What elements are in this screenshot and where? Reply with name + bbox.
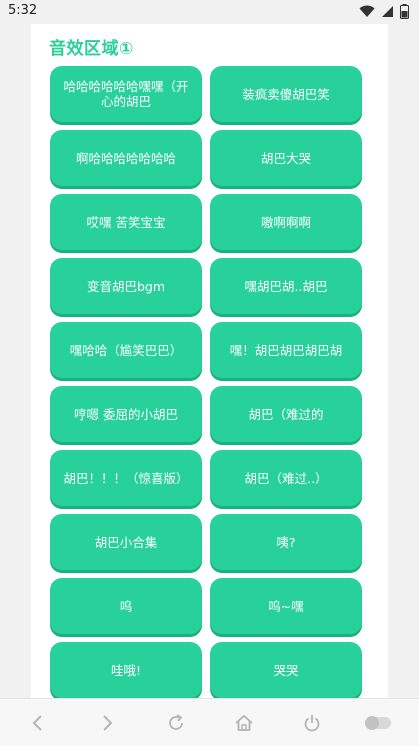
- browser-nav-bar: [0, 698, 419, 746]
- sound-button[interactable]: 胡巴（难过的: [210, 386, 362, 442]
- sound-button-label: 胡巴（难过的: [248, 406, 324, 422]
- sound-button-label: 哈哈哈哈哈哈嘿嘿（开心的胡巴: [63, 79, 189, 109]
- sound-button-label: 嘿胡巴胡..胡巴: [244, 278, 328, 294]
- status-time: 5:32: [8, 3, 38, 18]
- sound-button[interactable]: 胡巴大哭: [210, 130, 362, 186]
- back-icon: [32, 715, 42, 731]
- sound-button[interactable]: 哇哦!: [50, 642, 202, 698]
- forward-icon: [103, 715, 113, 731]
- sound-button-label: 胡巴（难过..）: [244, 470, 328, 486]
- status-icons: [359, 4, 409, 19]
- sound-button-label: 呜~嘿: [268, 598, 304, 614]
- refresh-button[interactable]: [164, 711, 188, 735]
- sound-panel: 音效区域① 哈哈哈哈哈哈嘿嘿（开心的胡巴 装疯卖傻胡巴笑 啊哈哈哈哈哈哈哈 胡巴…: [31, 24, 388, 698]
- sound-button-label: 嘿！胡巴胡巴胡巴胡: [229, 342, 343, 358]
- sound-button-label: 咦?: [276, 534, 296, 550]
- sound-button[interactable]: 装疯卖傻胡巴笑: [210, 66, 362, 122]
- sound-button-grid: 哈哈哈哈哈哈嘿嘿（开心的胡巴 装疯卖傻胡巴笑 啊哈哈哈哈哈哈哈 胡巴大哭 哎嘿 …: [50, 66, 362, 698]
- power-icon: [304, 715, 320, 732]
- home-icon: [235, 714, 253, 731]
- sound-button[interactable]: 哈哈哈哈哈哈嘿嘿（开心的胡巴: [50, 66, 202, 122]
- sound-button[interactable]: 嘿胡巴胡..胡巴: [210, 258, 362, 314]
- sound-button[interactable]: 哎嘿 苦笑宝宝: [50, 194, 202, 250]
- sound-button-label: 变音胡巴bgm: [86, 278, 166, 294]
- sound-button[interactable]: 哼嗯 委屈的小胡巴: [50, 386, 202, 442]
- sound-button-label: 胡巴！！！（惊喜版）: [63, 470, 189, 486]
- sound-button-label: 哇哦!: [110, 662, 141, 678]
- sound-button[interactable]: 嘿哈哈（尴笑巴巴）: [50, 322, 202, 378]
- sound-button[interactable]: 哭哭: [210, 642, 362, 698]
- sound-button-label: 哎嘿 苦笑宝宝: [86, 214, 166, 230]
- home-button[interactable]: [232, 711, 256, 735]
- sound-button[interactable]: 变音胡巴bgm: [50, 258, 202, 314]
- sound-button-label: 胡巴小合集: [94, 534, 158, 550]
- sound-button[interactable]: 嘿！胡巴胡巴胡巴胡: [210, 322, 362, 378]
- sound-button-label: 胡巴大哭: [260, 150, 311, 166]
- sound-button-label: 嗷啊啊啊: [260, 214, 311, 230]
- toggle-icon: [365, 716, 391, 730]
- sound-button[interactable]: 呜~嘿: [210, 578, 362, 634]
- refresh-icon: [169, 714, 183, 730]
- sound-button[interactable]: 咦?: [210, 514, 362, 570]
- power-button[interactable]: [300, 711, 324, 735]
- sound-button[interactable]: 啊哈哈哈哈哈哈哈: [50, 130, 202, 186]
- sound-button-label: 哼嗯 委屈的小胡巴: [74, 406, 178, 422]
- sound-button-label: 啊哈哈哈哈哈哈哈: [75, 150, 176, 166]
- battery-icon: [400, 4, 409, 19]
- night-mode-toggle[interactable]: [364, 711, 392, 735]
- signal-icon: [382, 6, 393, 17]
- back-button[interactable]: [26, 711, 50, 735]
- sound-button[interactable]: 呜: [50, 578, 202, 634]
- sound-button[interactable]: 嗷啊啊啊: [210, 194, 362, 250]
- wifi-icon: [359, 5, 375, 17]
- forward-button[interactable]: [95, 711, 119, 735]
- sound-button-label: 装疯卖傻胡巴笑: [242, 86, 330, 102]
- sound-button[interactable]: 胡巴小合集: [50, 514, 202, 570]
- sound-button-label: 呜: [119, 598, 133, 614]
- section-title: 音效区域①: [49, 39, 134, 59]
- sound-button[interactable]: 胡巴！！！（惊喜版）: [50, 450, 202, 506]
- sound-button-label: 哭哭: [273, 662, 299, 678]
- sound-button-label: 嘿哈哈（尴笑巴巴）: [69, 342, 183, 358]
- sound-button[interactable]: 胡巴（难过..）: [210, 450, 362, 506]
- status-bar: 5:32: [0, 0, 419, 24]
